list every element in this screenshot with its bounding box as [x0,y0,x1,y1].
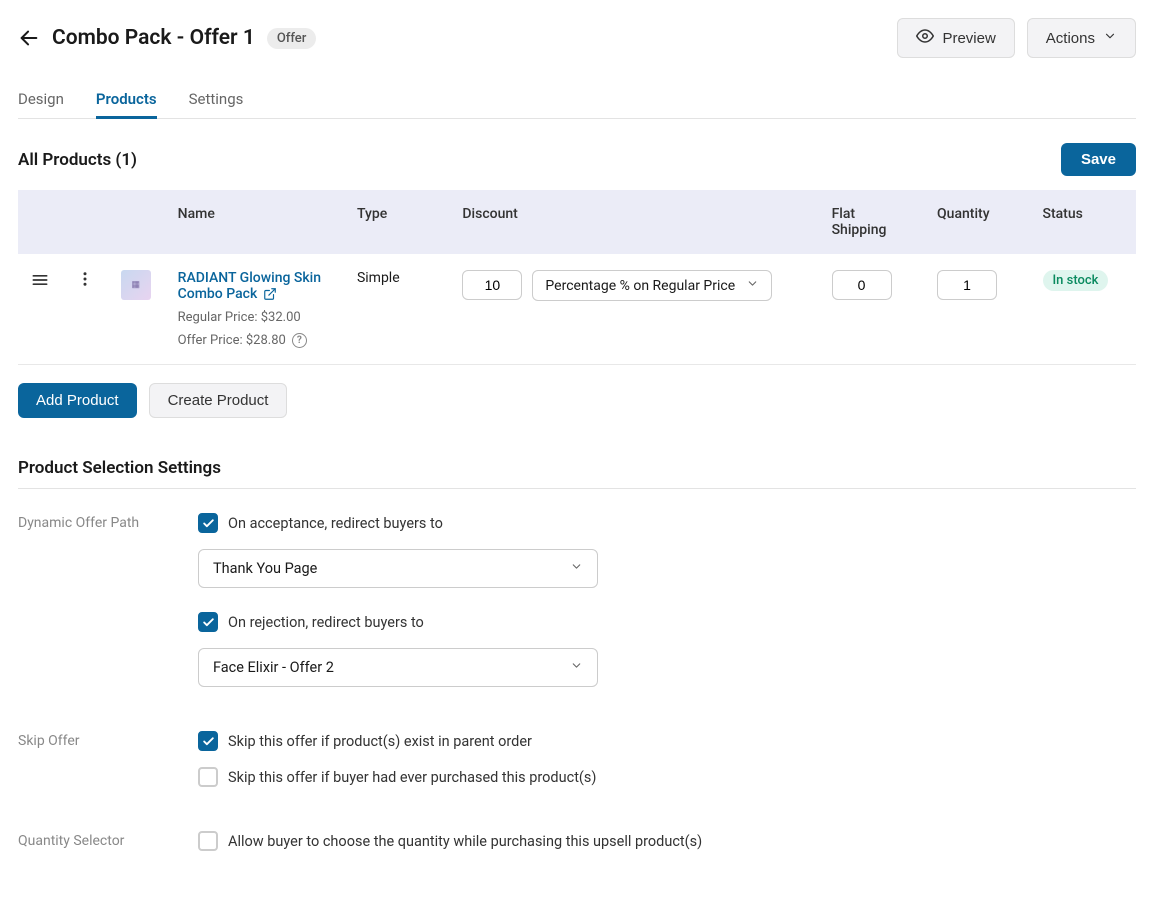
col-name: Name [166,190,345,254]
on-rejection-checkbox[interactable] [198,612,218,632]
on-acceptance-dropdown[interactable]: Thank You Page [198,549,598,588]
page-title: Combo Pack - Offer 1 [52,26,255,50]
col-status: Status [1031,190,1137,254]
products-table: Name Type Discount Flat Shipping Quantit… [18,190,1136,365]
discount-group: Percentage % on Regular Price [462,270,807,301]
offer-price: Offer Price: $28.80 [178,333,286,348]
discount-type-value: Percentage % on Regular Price [545,278,735,294]
col-quantity: Quantity [925,190,1030,254]
on-rejection-row: On rejection, redirect buyers to [198,612,1136,632]
tab-design[interactable]: Design [18,82,64,119]
on-acceptance-row: On acceptance, redirect buyers to [198,513,1136,533]
header-left: Combo Pack - Offer 1 Offer [18,26,316,50]
discount-type-select[interactable]: Percentage % on Regular Price [532,270,772,301]
regular-price: Regular Price: $32.00 [178,310,333,325]
discount-value-input[interactable] [462,270,522,300]
product-thumbnail: ▦ [121,270,151,300]
setting-quantity-selector: Quantity Selector Allow buyer to choose … [18,831,1136,851]
preview-button[interactable]: Preview [897,18,1014,58]
on-rejection-dropdown[interactable]: Face Elixir - Offer 2 [198,648,598,687]
add-product-button[interactable]: Add Product [18,383,137,418]
drag-handle-icon[interactable] [30,270,50,290]
on-acceptance-checkbox[interactable] [198,513,218,533]
setting-skip-offer: Skip Offer Skip this offer if product(s)… [18,731,1136,787]
col-discount: Discount [450,190,819,254]
page-header: Combo Pack - Offer 1 Offer Preview Actio… [18,18,1136,58]
skip-purchased-label: Skip this offer if buyer had ever purcha… [228,769,596,786]
create-product-button[interactable]: Create Product [149,383,288,418]
on-rejection-value: Face Elixir - Offer 2 [213,659,334,676]
quantity-input[interactable] [937,270,997,300]
status-badge: In stock [1043,270,1109,291]
external-link-icon [263,287,277,301]
skip-purchased-row: Skip this offer if buyer had ever purcha… [198,767,1136,787]
actions-label: Actions [1046,30,1095,47]
actions-button[interactable]: Actions [1027,18,1136,58]
flat-shipping-input[interactable] [832,270,892,300]
col-flat-shipping: Flat Shipping [820,190,925,254]
help-icon[interactable]: ? [292,333,307,348]
kebab-menu-icon[interactable] [76,270,94,288]
dynamic-offer-path-label: Dynamic Offer Path [18,513,198,687]
tabs: Design Products Settings [18,82,1136,119]
quantity-selector-label: Quantity Selector [18,831,198,851]
allow-quantity-label: Allow buyer to choose the quantity while… [228,833,702,850]
offer-price-row: Offer Price: $28.80 ? [178,333,333,348]
skip-offer-label: Skip Offer [18,731,198,787]
table-row: ▦ RADIANT Glowing Skin Combo Pack Regula… [18,254,1136,365]
settings-section-title: Product Selection Settings [18,458,1136,489]
allow-quantity-checkbox[interactable] [198,831,218,851]
offer-badge: Offer [267,28,317,49]
skip-parent-order-row: Skip this offer if product(s) exist in p… [198,731,1136,751]
products-section-header: All Products (1) Save [18,143,1136,176]
product-name-link[interactable]: RADIANT Glowing Skin Combo Pack [178,270,321,302]
product-type: Simple [345,254,450,365]
preview-label: Preview [942,30,995,47]
save-button[interactable]: Save [1061,143,1136,176]
skip-parent-order-checkbox[interactable] [198,731,218,751]
tab-products[interactable]: Products [96,82,157,119]
all-products-title: All Products (1) [18,150,137,170]
col-type: Type [345,190,450,254]
back-arrow-icon[interactable] [18,27,40,49]
eye-icon [916,27,934,49]
chevron-down-icon [746,277,759,294]
chevron-down-icon [570,659,583,676]
setting-dynamic-offer-path: Dynamic Offer Path On acceptance, redire… [18,513,1136,687]
skip-purchased-checkbox[interactable] [198,767,218,787]
on-acceptance-label: On acceptance, redirect buyers to [228,515,443,532]
on-acceptance-value: Thank You Page [213,560,317,577]
on-rejection-label: On rejection, redirect buyers to [228,614,424,631]
chevron-down-icon [1103,29,1117,47]
tab-settings[interactable]: Settings [189,82,244,119]
header-right: Preview Actions [897,18,1136,58]
action-row: Add Product Create Product [18,383,1136,418]
skip-parent-order-label: Skip this offer if product(s) exist in p… [228,733,532,750]
product-name-text: RADIANT Glowing Skin Combo Pack [178,270,321,302]
allow-quantity-row: Allow buyer to choose the quantity while… [198,831,1136,851]
chevron-down-icon [570,560,583,577]
